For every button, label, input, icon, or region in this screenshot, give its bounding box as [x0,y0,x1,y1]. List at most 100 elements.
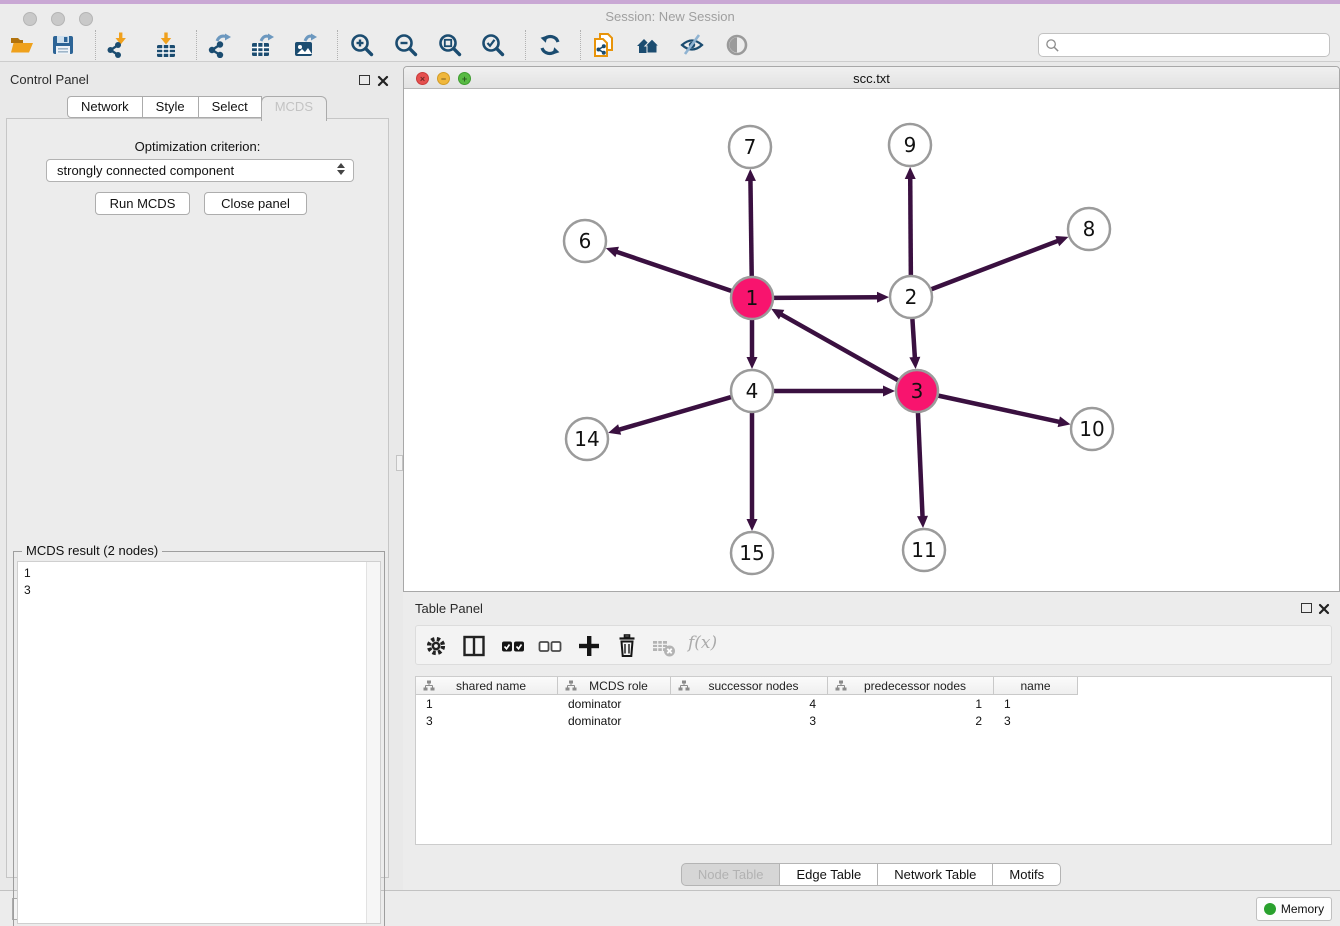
node-label: 11 [911,538,936,562]
column-header-shared-name[interactable]: shared name [416,677,558,695]
tree-column-icon [835,680,847,692]
criterion-select[interactable]: strongly connected component [46,159,354,182]
graph-node-8[interactable]: 8 [1068,208,1110,250]
tab-network-table[interactable]: Network Table [877,863,993,886]
table-cell[interactable]: 3 [416,713,558,730]
delete-column-icon[interactable] [614,633,640,659]
export-network-icon[interactable] [206,32,232,58]
table-cell[interactable]: dominator [558,713,671,730]
network-canvas[interactable]: 7 9 6 8 1 2 4 3 14 10 15 11 [405,89,1338,591]
add-column-icon[interactable] [576,633,602,659]
tab-node-table[interactable]: Node Table [681,863,781,886]
result-scrollbar[interactable] [366,562,380,923]
refresh-icon[interactable] [537,32,563,58]
graph-node-14[interactable]: 14 [566,418,608,460]
delete-table-icon[interactable] [651,633,677,659]
graph-node-4[interactable]: 4 [731,370,773,412]
export-table-icon[interactable] [249,32,275,58]
tab-style[interactable]: Style [142,96,199,118]
save-session-icon[interactable] [50,32,76,58]
memory-status-icon [1264,903,1276,915]
table-cell[interactable]: 3 [671,713,828,730]
tab-motifs[interactable]: Motifs [992,863,1061,886]
toggle-panels-icon[interactable] [461,633,487,659]
table-settings-icon[interactable] [423,633,449,659]
import-table-icon[interactable] [153,32,179,58]
tab-select[interactable]: Select [198,96,262,118]
table-cell[interactable]: 3 [994,713,1078,730]
search-box[interactable] [1038,33,1330,57]
table-row[interactable]: 3dominator323 [416,713,1078,730]
column-header-name[interactable]: name [994,677,1078,695]
edge-3-10[interactable] [937,395,1061,422]
table-cell[interactable]: 4 [671,696,828,713]
close-panel-button[interactable]: Close panel [204,192,307,215]
select-all-columns-icon[interactable] [500,633,526,659]
open-file-icon[interactable] [9,32,35,58]
edge-3-11[interactable] [918,411,923,518]
table-cell[interactable]: 1 [994,696,1078,713]
graph-node-3[interactable]: 3 [896,370,938,412]
graph-node-10[interactable]: 10 [1071,408,1113,450]
edge-1-7[interactable] [750,179,751,278]
show-graphics-details-icon[interactable] [724,32,750,58]
hide-graphics-details-icon[interactable] [679,32,705,58]
edge-arrowhead [1055,236,1068,246]
zoom-selected-icon[interactable] [480,32,506,58]
graph-node-7[interactable]: 7 [729,126,771,168]
column-header-successor-nodes[interactable]: successor nodes [671,677,828,695]
tab-edge-table[interactable]: Edge Table [779,863,878,886]
node-label: 15 [739,541,764,565]
graph-node-11[interactable]: 11 [903,529,945,571]
window-title: Session: New Session [0,9,1340,24]
tab-mcds[interactable]: MCDS [261,96,327,121]
zoom-fit-icon[interactable] [437,32,463,58]
memory-button[interactable]: Memory [1256,897,1332,921]
graph-node-2[interactable]: 2 [890,276,932,318]
network-overview-icon[interactable] [635,32,661,58]
column-header-predecessor-nodes[interactable]: predecessor nodes [828,677,994,695]
table-row[interactable]: 1dominator411 [416,696,1078,713]
close-table-panel-icon[interactable] [1318,602,1330,614]
search-input[interactable] [1060,37,1314,53]
column-header-MCDS-role[interactable]: MCDS role [558,677,671,695]
export-image-icon[interactable] [292,32,318,58]
table-tabs: Node TableEdge TableNetwork TableMotifs [403,863,1340,886]
run-mcds-button[interactable]: Run MCDS [95,192,190,215]
function-builder-icon[interactable]: f(x) [688,633,717,653]
zoom-in-icon[interactable] [349,32,375,58]
graph-node-6[interactable]: 6 [564,220,606,262]
table-cell[interactable]: dominator [558,696,671,713]
node-label: 10 [1079,417,1104,441]
vertical-splitter-grip[interactable] [396,455,403,471]
tree-column-icon [678,680,690,692]
tree-column-icon [423,680,435,692]
float-table-panel-icon[interactable] [1301,603,1312,613]
edge-arrowhead [747,357,758,369]
float-panel-icon[interactable] [359,75,370,85]
table-cell[interactable]: 1 [828,696,994,713]
deselect-all-columns-icon[interactable] [537,633,563,659]
graph-node-1[interactable]: 1 [731,277,773,319]
close-panel-icon[interactable] [377,74,389,86]
edge-4-14[interactable] [618,397,733,430]
graph-node-9[interactable]: 9 [889,124,931,166]
zoom-out-icon[interactable] [393,32,419,58]
main-titlebar: Session: New Session [0,4,1340,28]
clone-network-icon[interactable] [591,32,617,58]
graph-node-15[interactable]: 15 [731,532,773,574]
edge-2-3[interactable] [912,317,915,359]
edge-3-1[interactable] [780,314,900,381]
table-cell[interactable]: 2 [828,713,994,730]
edge-1-6[interactable] [615,251,733,291]
toolbar-separator [525,30,526,60]
tab-network[interactable]: Network [67,96,143,118]
edge-2-8[interactable] [930,240,1059,289]
mcds-result-textarea[interactable]: 1 3 [17,561,381,924]
import-network-icon[interactable] [105,32,131,58]
edge-2-9[interactable] [910,177,911,277]
node-label: 4 [746,379,759,403]
table-cell[interactable]: 1 [416,696,558,713]
edge-1-2[interactable] [772,297,879,298]
network-window-titlebar[interactable]: × − + scc.txt [404,67,1339,89]
